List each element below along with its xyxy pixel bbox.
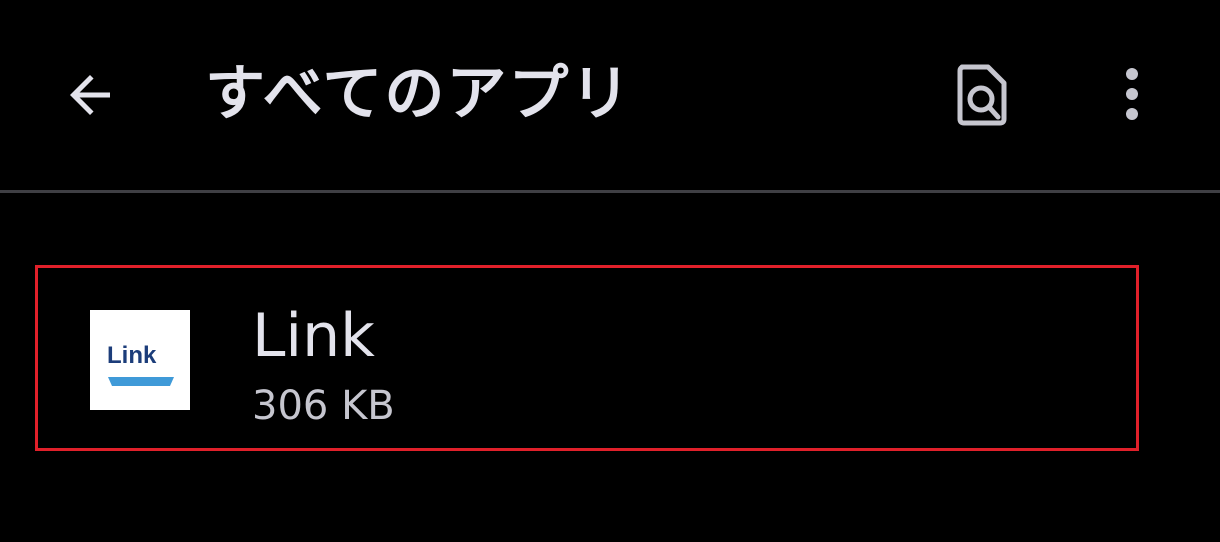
app-icon: Link	[90, 310, 190, 410]
app-size: 306 KB	[252, 383, 395, 429]
page-title: すべてのアプリ	[205, 59, 633, 129]
arrow-back-icon	[70, 75, 110, 115]
link-logo-icon: Link	[107, 342, 174, 386]
screen: すべてのアプリ Link Link 306 KB	[0, 0, 1220, 542]
back-button[interactable]	[50, 55, 130, 135]
more-vert-icon	[1126, 68, 1138, 120]
more-options-button[interactable]	[1100, 52, 1164, 136]
app-bar: すべてのアプリ	[0, 0, 1220, 190]
find-in-page-icon	[957, 64, 1007, 126]
divider	[0, 190, 1220, 193]
app-name: Link	[252, 301, 375, 371]
app-icon-text: Link	[107, 342, 157, 369]
app-list-item[interactable]: Link Link 306 KB	[35, 265, 1139, 451]
search-in-page-button[interactable]	[940, 52, 1024, 136]
